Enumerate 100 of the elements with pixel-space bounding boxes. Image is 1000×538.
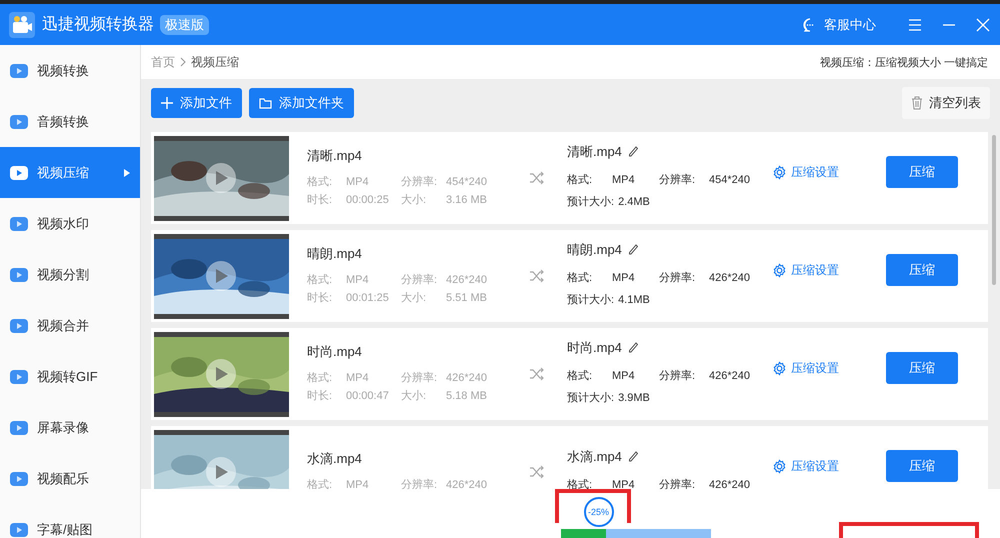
field-value: 5.51 MB: [446, 291, 487, 306]
tagline: 视频压缩：压缩视频大小 一键搞定: [820, 56, 988, 70]
output-file-name: 清晰.mp4: [567, 143, 622, 161]
shuffle-icon: [529, 171, 545, 185]
field-label: 分辨率:: [659, 270, 696, 286]
pencil-icon[interactable]: [628, 342, 638, 354]
field-label: 格式:: [567, 173, 594, 188]
shuffle-icon: [529, 367, 545, 381]
field-label: 格式:: [307, 371, 334, 386]
breadcrumb-current: 视频压缩: [191, 54, 239, 70]
sidebar-item[interactable]: 视频水印: [0, 198, 140, 249]
file-name: 晴朗.mp4: [307, 245, 363, 263]
close-icon[interactable]: [976, 18, 990, 32]
settings-icon: [772, 360, 787, 376]
field-value: MP4: [346, 371, 370, 386]
field-label: 分辨率:: [659, 172, 696, 188]
settings-icon: [772, 262, 787, 278]
field-value: 2.4MB: [618, 195, 650, 210]
file-name: 时尚.mp4: [307, 343, 363, 361]
sidebar-item[interactable]: 音频转换: [0, 96, 140, 147]
field-value: MP4: [612, 369, 636, 384]
menu-icon[interactable]: [908, 18, 922, 32]
breadcrumb-link[interactable]: 首页: [151, 54, 175, 70]
sidebar-item[interactable]: 视频转GIF: [0, 351, 140, 402]
field-label: 预计大小:: [567, 195, 614, 210]
field-value: MP4: [346, 273, 370, 288]
field-value: 426*240: [709, 369, 750, 384]
field-value: 426*240: [709, 271, 750, 286]
percent-bubble[interactable]: -25%: [584, 497, 614, 527]
compress-button[interactable]: 压缩: [886, 352, 958, 384]
plus-icon: [161, 97, 173, 109]
field-label: 预计大小:: [567, 391, 614, 406]
add-folder-button[interactable]: 添加文件夹: [249, 88, 354, 118]
field-value: 426*240: [446, 478, 487, 489]
field-label: 分辨率:: [401, 370, 438, 386]
field-label: 分辨率:: [401, 272, 438, 288]
field-label: 格式:: [567, 271, 594, 286]
file-name: 清晰.mp4: [307, 147, 363, 165]
field-label: 预计大小:: [567, 293, 614, 308]
field-value: 426*240: [446, 273, 487, 288]
slider-track[interactable]: [561, 529, 711, 538]
clear-list-button[interactable]: 清空列表: [902, 87, 990, 119]
pencil-icon[interactable]: [628, 244, 638, 256]
field-value: 3.16 MB: [446, 193, 487, 208]
sidebar-item[interactable]: 视频分割: [0, 249, 140, 300]
field-value: 4.1MB: [618, 293, 650, 308]
field-value: MP4: [612, 271, 636, 286]
shuffle-icon: [529, 269, 545, 283]
field-label: 格式:: [567, 369, 594, 384]
pencil-icon[interactable]: [628, 451, 638, 463]
compress-button[interactable]: 压缩: [886, 254, 958, 286]
sidebar-item[interactable]: 视频合并: [0, 300, 140, 351]
field-label: 分辨率:: [659, 368, 696, 384]
scrollbar-thumb[interactable]: [992, 135, 996, 285]
pencil-icon[interactable]: [628, 146, 638, 158]
chevron-icon: [180, 57, 186, 67]
field-label: 大小:: [401, 389, 428, 404]
output-file-name: 晴朗.mp4: [567, 241, 622, 259]
field-value: 454*240: [446, 175, 487, 190]
field-value: 00:00:25: [346, 193, 390, 208]
file-name: 水滴.mp4: [307, 450, 363, 468]
sidebar-item[interactable]: 字幕/贴图: [0, 504, 140, 538]
field-label: 分辨率:: [401, 174, 438, 190]
folder-icon: [259, 98, 272, 108]
field-value: MP4: [612, 173, 636, 188]
output-file-name: 时尚.mp4: [567, 339, 622, 357]
field-value: MP4: [346, 175, 370, 190]
field-label: 时长:: [307, 291, 334, 306]
sidebar-item[interactable]: 视频转换: [0, 45, 140, 96]
edition-badge: 极速版: [160, 14, 209, 34]
field-value: 00:00:47: [346, 389, 390, 404]
support-link[interactable]: 客服中心: [824, 16, 876, 34]
field-value: 426*240: [446, 371, 487, 386]
field-label: 时长:: [307, 389, 334, 404]
compress-settings-link[interactable]: 压缩设置: [772, 360, 886, 376]
window-title: 迅捷视频转换器: [42, 14, 154, 35]
field-value: 00:01:25: [346, 291, 390, 306]
sidebar-item[interactable]: 屏幕录像: [0, 402, 140, 453]
sidebar-item[interactable]: 视频压缩: [0, 147, 140, 198]
compress-button[interactable]: 压缩: [886, 450, 958, 482]
sidebar-item[interactable]: 视频配乐: [0, 453, 140, 504]
field-label: 大小:: [401, 193, 428, 208]
compress-settings-link[interactable]: 压缩设置: [772, 164, 886, 180]
trash-icon: [911, 96, 923, 110]
field-value: 454*240: [709, 173, 750, 188]
compress-settings-link[interactable]: 压缩设置: [772, 458, 886, 474]
caret-icon: [124, 168, 130, 176]
field-value: 3.9MB: [618, 391, 650, 406]
field-value: 5.18 MB: [446, 389, 487, 404]
field-value: MP4: [346, 478, 370, 489]
compress-button[interactable]: 压缩: [886, 156, 958, 188]
output-file-name: 水滴.mp4: [567, 448, 622, 466]
field-label: 格式:: [307, 273, 334, 288]
compress-settings-link[interactable]: 压缩设置: [772, 262, 886, 278]
add-file-button[interactable]: 添加文件: [151, 88, 242, 118]
shuffle-icon: [529, 465, 545, 479]
field-label: 格式:: [307, 175, 334, 190]
settings-icon: [772, 164, 787, 180]
app-logo-icon: [8, 10, 36, 38]
field-value: MP4: [612, 478, 636, 489]
